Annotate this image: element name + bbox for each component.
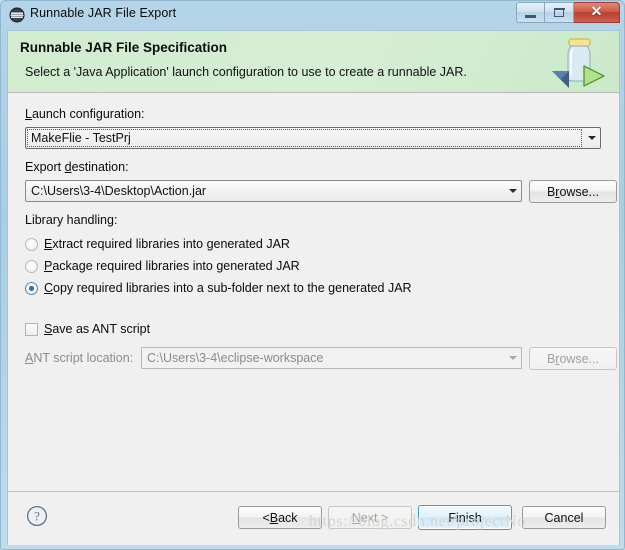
dialog-window: Runnable JAR File Export ✕ Runnable JAR …	[0, 0, 625, 550]
launch-configuration-combo[interactable]: MakeFlie - TestPrj	[25, 127, 601, 149]
radio-label: Package required libraries into generate…	[44, 259, 300, 273]
minimize-button[interactable]	[516, 2, 545, 23]
launch-configuration-label: Launch configuration:	[25, 107, 145, 121]
radio-indicator	[25, 259, 38, 273]
wizard-header: Runnable JAR File Specification Select a…	[8, 31, 619, 93]
export-destination-label: Export destination:	[25, 160, 129, 174]
radio-package-libraries[interactable]: Package required libraries into generate…	[25, 259, 300, 273]
close-button[interactable]: ✕	[574, 2, 620, 23]
radio-extract-libraries[interactable]: Extract required libraries into generate…	[25, 237, 290, 251]
svg-text:?: ?	[34, 509, 40, 524]
dialog-client-area: Runnable JAR File Specification Select a…	[7, 30, 620, 545]
back-button[interactable]: < Back	[238, 506, 322, 529]
radio-label: Copy required libraries into a sub-folde…	[44, 281, 412, 295]
eclipse-icon	[9, 7, 25, 23]
restore-icon	[553, 7, 565, 17]
save-as-ant-script-checkbox[interactable]: Save as ANT script	[25, 322, 150, 336]
title-bar: Runnable JAR File Export ✕	[1, 1, 624, 30]
ant-script-location-label: ANT script location:	[25, 351, 134, 365]
ant-script-browse-button: Br owse...	[529, 347, 617, 370]
radio-copy-libraries[interactable]: Copy required libraries into a sub-folde…	[25, 281, 412, 295]
window-controls: ✕	[516, 2, 620, 23]
close-icon: ✕	[590, 4, 603, 20]
ant-script-location-value: C:\Users\3-4\eclipse-workspace	[147, 351, 324, 365]
checkbox-indicator	[25, 322, 38, 336]
window-title: Runnable JAR File Export	[30, 6, 177, 20]
radio-indicator	[25, 237, 38, 251]
dialog-footer: ? < Back Next > Finish Cancel	[8, 491, 619, 545]
next-button: Next >	[328, 506, 412, 529]
export-destination-combo[interactable]: C:\Users\3-4\Desktop\Action.jar	[25, 180, 522, 202]
chevron-down-icon[interactable]	[583, 136, 600, 140]
checkbox-label: Save as ANT script	[44, 322, 151, 336]
page-title: Runnable JAR File Specification	[20, 40, 228, 55]
radio-indicator	[25, 281, 38, 295]
export-destination-browse-button[interactable]: Br owse...	[529, 180, 617, 203]
library-handling-label: Library handling:	[25, 213, 118, 227]
radio-label: Extract required libraries into generate…	[44, 237, 290, 251]
maximize-button[interactable]	[545, 2, 574, 23]
minimize-icon	[525, 14, 536, 18]
export-destination-value: C:\Users\3-4\Desktop\Action.jar	[31, 184, 207, 198]
chevron-down-icon[interactable]	[504, 189, 521, 193]
launch-configuration-value: MakeFlie - TestPrj	[31, 131, 131, 145]
runnable-jar-icon	[549, 33, 609, 91]
ant-script-location-combo: C:\Users\3-4\eclipse-workspace	[141, 347, 522, 369]
help-icon[interactable]: ?	[26, 505, 48, 527]
chevron-down-icon	[504, 356, 521, 360]
page-description: Select a 'Java Application' launch confi…	[25, 65, 467, 79]
cancel-button[interactable]: Cancel	[522, 506, 606, 529]
finish-button[interactable]: Finish	[418, 505, 512, 530]
wizard-body: Launch configuration: MakeFlie - TestPrj…	[8, 93, 619, 491]
